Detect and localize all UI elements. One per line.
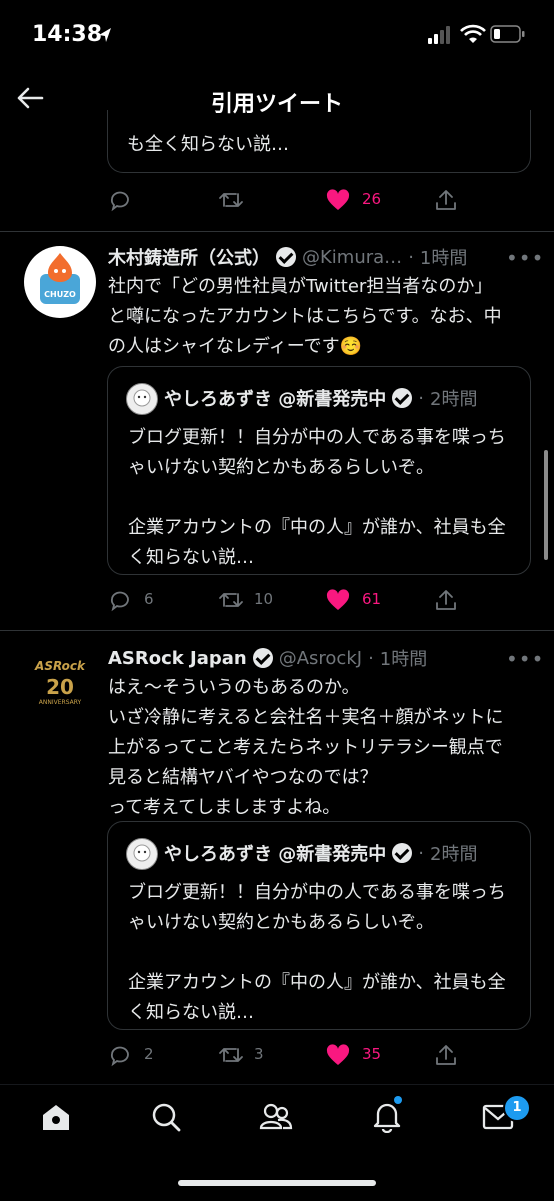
- like-icon[interactable]: [326, 1044, 350, 1066]
- avatar-asrock[interactable]: ASRock 20 ANNIVERSARY: [24, 645, 96, 717]
- retweet-icon[interactable]: [218, 188, 244, 212]
- quote-avatar: [126, 838, 158, 870]
- share-icon[interactable]: [434, 588, 458, 612]
- quote-author-name: やしろあずき @新書発売中: [164, 844, 387, 865]
- verified-badge-icon: [276, 247, 296, 267]
- scrollbar[interactable]: [544, 450, 548, 560]
- home-indicator[interactable]: [178, 1180, 376, 1186]
- communities-icon[interactable]: [258, 1100, 294, 1134]
- tweet-text: はえ〜そういうのもあるのか。 いざ冷静に考えると会社名＋実名＋顔がネットに上がる…: [108, 677, 504, 818]
- quote-text: ブログ更新！！自分が中の人である事を喋っちゃいけない契約とかもあるらしいぞ。 企…: [128, 882, 506, 1023]
- wifi-icon: [460, 24, 486, 43]
- verified-badge-icon: [392, 843, 413, 863]
- search-icon[interactable]: [150, 1101, 182, 1133]
- share-icon[interactable]: [434, 1043, 458, 1067]
- home-icon[interactable]: [40, 1101, 72, 1133]
- tweet-time: 1時間: [419, 248, 468, 269]
- reply-icon[interactable]: [108, 1043, 132, 1067]
- quote-avatar: [126, 383, 158, 415]
- notification-dot: [394, 1096, 402, 1104]
- like-count: 35: [362, 1045, 382, 1063]
- retweet-icon[interactable]: [218, 1043, 244, 1067]
- action-bar-partial: 26: [108, 188, 538, 212]
- reply-count: 2: [144, 1045, 154, 1063]
- quote-time: 2時間: [430, 389, 478, 410]
- reply-count: 6: [144, 590, 154, 608]
- retweet-icon[interactable]: [218, 588, 244, 612]
- tweet-author-handle: @AsrockJ: [278, 647, 363, 669]
- action-bar: 6 10 61: [108, 588, 538, 612]
- more-options-icon[interactable]: •••: [506, 246, 544, 270]
- quote-time: 2時間: [430, 844, 478, 865]
- tweet-author-handle: @Kimura…: [302, 246, 403, 268]
- avatar-kimura[interactable]: CHUZO: [24, 246, 96, 318]
- anniversary-logo-icon: 20: [46, 675, 74, 699]
- verified-badge-icon: [392, 388, 413, 408]
- quote-card[interactable]: やしろあずき @新書発売中 · 2時間 ブログ更新！！自分が中の人である事を喋っ…: [107, 821, 531, 1030]
- like-count: 61: [362, 590, 382, 608]
- notifications-bell-icon[interactable]: [370, 1099, 404, 1133]
- tweet-author-name: 木村鋳造所（公式）: [108, 248, 270, 269]
- reply-icon[interactable]: [108, 188, 132, 212]
- reply-icon[interactable]: [108, 588, 132, 612]
- flame-mascot-icon: [48, 253, 72, 282]
- more-options-icon[interactable]: •••: [506, 647, 544, 671]
- quote-text: ブログ更新！！自分が中の人である事を喋っちゃいけない契約とかもあるらしいぞ。 企…: [128, 427, 506, 568]
- tweet-2[interactable]: ASRock 20 ANNIVERSARY ASRock Japan @Asro…: [0, 631, 554, 1081]
- retweet-count: 10: [254, 590, 274, 608]
- tweet-time: 1時間: [379, 649, 428, 670]
- retweet-count: 3: [254, 1045, 264, 1063]
- like-icon[interactable]: [326, 589, 350, 611]
- tweet-1[interactable]: CHUZO 木村鋳造所（公式） @Kimura… · 1時間 ••• 社内で「ど…: [0, 232, 554, 630]
- status-time: 14:38: [32, 22, 103, 47]
- quote-card[interactable]: やしろあずき @新書発売中 · 2時間 ブログ更新！！自分が中の人である事を喋っ…: [107, 366, 531, 575]
- battery-icon: [490, 25, 525, 43]
- like-icon[interactable]: [326, 189, 350, 211]
- action-bar: 2 3 35: [108, 1043, 538, 1067]
- location-arrow-icon: [99, 28, 111, 42]
- like-count: 26: [362, 190, 382, 208]
- messages-badge: 1: [503, 1094, 531, 1122]
- tweet-text: 社内で「どの男性社員がTwitter担当者なのか」と噂になったアカウントはこちら…: [108, 276, 502, 357]
- verified-badge-icon: [252, 648, 273, 668]
- quote-author-name: やしろあずき @新書発売中: [164, 389, 387, 410]
- cellular-signal-icon: [428, 26, 450, 44]
- tweet-author-name: ASRock Japan: [108, 647, 247, 669]
- share-icon[interactable]: [434, 188, 458, 212]
- quote-text-partial: も全く知らない説…: [127, 134, 289, 155]
